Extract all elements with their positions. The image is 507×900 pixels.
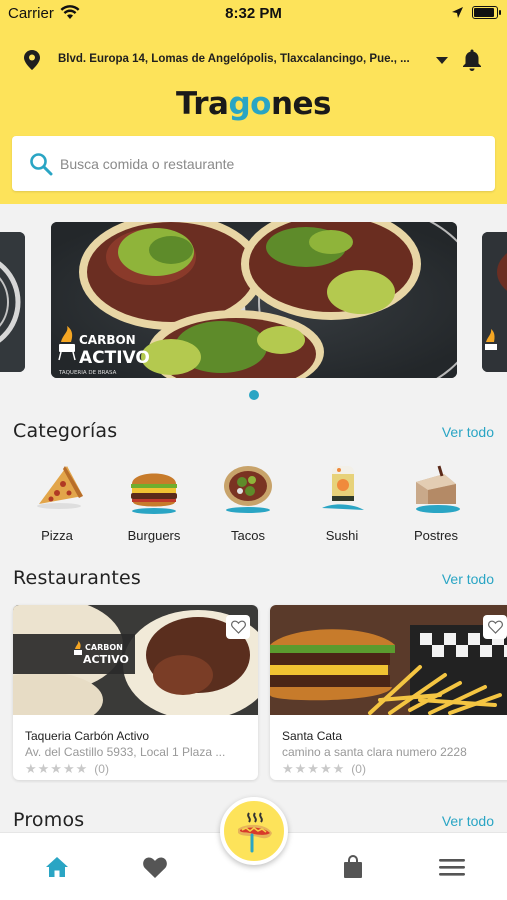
rating-count: (0) (94, 762, 109, 776)
rating-count: (0) (351, 762, 366, 776)
search-bar[interactable] (12, 136, 495, 191)
delivery-address: Blvd. Europa 14, Lomas de Angelópolis, T… (58, 53, 410, 65)
restaurant-rating: ★★★★★ (0) (25, 761, 109, 777)
app-header: Carrier 8:32 PM Blvd. Europa 14, Lomas d… (0, 0, 507, 204)
restaurant-image: CARBON ACTIVO (13, 605, 258, 715)
status-bar: Carrier 8:32 PM (0, 0, 507, 28)
carousel-page-indicator[interactable] (249, 390, 259, 400)
location-arrow-icon (452, 7, 463, 18)
category-label: Tacos (231, 528, 265, 543)
nav-favorites[interactable] (141, 855, 169, 879)
promos-see-all-link[interactable]: Ver todo (442, 813, 494, 829)
search-icon (30, 153, 53, 176)
tacos-icon (224, 466, 272, 513)
restaurant-address: Av. del Castillo 5933, Local 1 Plaza ... (25, 745, 226, 759)
logo-text-part1: Tra (176, 86, 229, 122)
card-logo-line2: ACTIVO (83, 653, 129, 666)
promo-carousel[interactable]: CARBON ACTIVO TAQUERIA DE BRASA (0, 204, 507, 404)
category-tacos[interactable]: Tacos (208, 458, 288, 548)
restaurants-see-all-link[interactable]: Ver todo (442, 571, 494, 587)
rating-stars: ★★★★★ (25, 761, 89, 776)
dessert-icon (416, 465, 460, 513)
nav-orders[interactable] (339, 855, 367, 879)
banner-brand-line1: CARBON (79, 333, 136, 347)
restaurant-image (270, 605, 507, 715)
heart-icon (143, 857, 167, 878)
category-burgers[interactable]: Burguers (114, 458, 194, 548)
clock: 8:32 PM (225, 5, 282, 22)
restaurant-card[interactable]: Santa Cata camino a santa clara numero 2… (270, 605, 507, 780)
category-label: Sushi (325, 528, 359, 543)
heart-outline-icon (230, 620, 246, 634)
category-label: Postres (413, 528, 459, 543)
sushi-icon (322, 466, 364, 510)
heart-outline-icon (487, 620, 503, 634)
category-sushi[interactable]: Sushi (302, 458, 382, 548)
carousel-slide-prev[interactable] (0, 232, 25, 372)
tragones-logo: Tragones (0, 86, 507, 122)
category-label: Burguers (127, 528, 181, 543)
restaurant-card[interactable]: CARBON ACTIVO Taqueria Carbón Activo Av.… (13, 605, 258, 780)
logo-text-part2: go (228, 86, 271, 122)
restaurant-name: Santa Cata (282, 729, 343, 743)
restaurant-name: Taqueria Carbón Activo (25, 729, 150, 743)
location-pin-icon (24, 50, 40, 70)
nav-home[interactable] (43, 855, 71, 879)
banner-brand-line2: ACTIVO (79, 348, 150, 368)
promos-title: Promos (13, 809, 85, 831)
categories-see-all-link[interactable]: Ver todo (442, 424, 494, 440)
bell-icon[interactable] (462, 48, 482, 72)
hotdog-icon (238, 812, 272, 853)
favorite-button[interactable] (226, 615, 250, 639)
pizza-icon (37, 466, 83, 509)
chevron-down-icon[interactable] (436, 57, 448, 64)
bag-icon (344, 855, 362, 878)
banner-sub: TAQUERIA DE BRASA (58, 370, 117, 376)
category-desserts[interactable]: Postres (396, 458, 476, 548)
categories-list[interactable]: Pizza Burguers Tacos Sushi Postres (0, 458, 507, 548)
restaurant-rating: ★★★★★ (0) (282, 761, 366, 777)
category-pizza[interactable]: Pizza (17, 458, 97, 548)
menu-icon (439, 859, 465, 876)
nav-menu[interactable] (438, 855, 466, 879)
home-icon (46, 857, 68, 877)
center-action-button[interactable] (220, 797, 288, 865)
restaurants-title: Restaurantes (13, 567, 142, 589)
restaurant-address: camino a santa clara numero 2228 (282, 745, 467, 759)
search-input[interactable] (60, 136, 480, 191)
category-label: Pizza (41, 528, 73, 543)
address-selector[interactable]: Blvd. Europa 14, Lomas de Angelópolis, T… (0, 44, 507, 76)
rating-stars: ★★★★★ (282, 761, 346, 776)
categories-title: Categorías (13, 420, 118, 442)
favorite-button[interactable] (483, 615, 507, 639)
burger-icon (131, 473, 177, 514)
carousel-slide-next[interactable] (482, 232, 507, 372)
card-logo-line1: CARBON (85, 643, 123, 652)
restaurants-list[interactable]: CARBON ACTIVO Taqueria Carbón Activo Av.… (0, 603, 507, 783)
carousel-slide-active[interactable]: CARBON ACTIVO TAQUERIA DE BRASA (51, 222, 457, 378)
logo-text-part3: nes (270, 86, 332, 122)
battery-icon (472, 6, 501, 19)
tacos-banner-image: CARBON ACTIVO TAQUERIA DE BRASA (51, 222, 457, 378)
